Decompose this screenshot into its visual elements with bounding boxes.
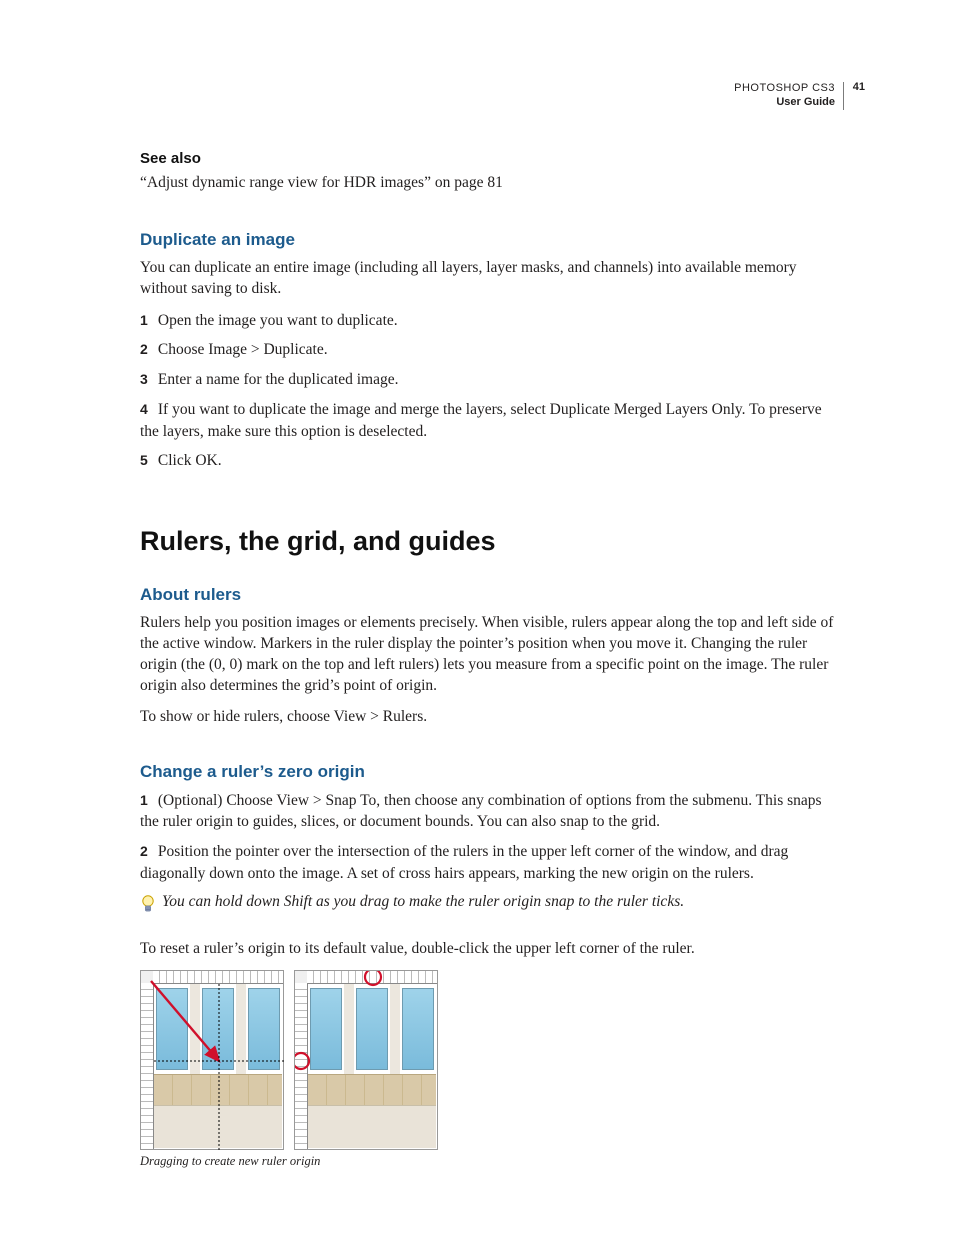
step-number: 2 — [140, 340, 154, 360]
figure-caption: Dragging to create new ruler origin — [140, 1154, 844, 1169]
tip-row: You can hold down Shift as you drag to m… — [140, 892, 844, 921]
about-rulers-p2: To show or hide rulers, choose View > Ru… — [140, 707, 844, 728]
step-text: Click OK. — [158, 452, 222, 469]
duplicate-step-3: 3 Enter a name for the duplicated image. — [140, 369, 844, 391]
change-origin-block: Change a ruler’s zero origin 1 (Optional… — [140, 762, 844, 1170]
step-text: (Optional) Choose View > Snap To, then c… — [140, 792, 822, 831]
chapter-heading-block: Rulers, the grid, and guides — [140, 526, 844, 557]
step-number: 5 — [140, 451, 154, 471]
change-origin-step-2: 2 Position the pointer over the intersec… — [140, 841, 844, 884]
change-origin-step-1: 1 (Optional) Choose View > Snap To, then… — [140, 790, 844, 833]
header-page-number: 41 — [847, 81, 865, 95]
figure-row — [140, 970, 844, 1150]
step-number: 4 — [140, 400, 154, 420]
see-also-block: See also “Adjust dynamic range view for … — [140, 150, 844, 194]
figure-before — [140, 970, 284, 1150]
duplicate-step-1: 1 Open the image you want to duplicate. — [140, 310, 844, 332]
duplicate-heading: Duplicate an image — [140, 230, 844, 250]
duplicate-image-block: Duplicate an image You can duplicate an … — [140, 230, 844, 472]
change-origin-reset: To reset a ruler’s origin to its default… — [140, 939, 844, 960]
tip-text: You can hold down Shift as you drag to m… — [162, 892, 684, 913]
duplicate-intro: You can duplicate an entire image (inclu… — [140, 258, 844, 300]
see-also-heading: See also — [140, 150, 844, 167]
step-number: 1 — [140, 791, 154, 811]
chapter-title: Rulers, the grid, and guides — [140, 526, 844, 557]
duplicate-step-4: 4 If you want to duplicate the image and… — [140, 399, 844, 442]
see-also-link[interactable]: “Adjust dynamic range view for HDR image… — [140, 173, 844, 194]
step-number: 1 — [140, 311, 154, 331]
step-text: If you want to duplicate the image and m… — [140, 401, 822, 440]
page-header: PHOTOSHOP CS3 41 User Guide — [734, 82, 844, 110]
figure-after — [294, 970, 438, 1150]
step-text: Position the pointer over the intersecti… — [140, 843, 788, 882]
duplicate-step-2: 2 Choose Image > Duplicate. — [140, 339, 844, 361]
duplicate-step-5: 5 Click OK. — [140, 450, 844, 472]
about-rulers-p1: Rulers help you position images or eleme… — [140, 613, 844, 697]
about-rulers-heading: About rulers — [140, 585, 844, 605]
step-text: Choose Image > Duplicate. — [158, 341, 328, 358]
step-text: Open the image you want to duplicate. — [158, 312, 398, 329]
step-text: Enter a name for the duplicated image. — [158, 371, 399, 388]
about-rulers-block: About rulers Rulers help you position im… — [140, 585, 844, 728]
change-origin-heading: Change a ruler’s zero origin — [140, 762, 844, 782]
lightbulb-icon — [140, 894, 156, 921]
step-number: 3 — [140, 370, 154, 390]
header-product: PHOTOSHOP CS3 — [734, 82, 835, 94]
header-subtitle: User Guide — [776, 96, 835, 108]
step-number: 2 — [140, 842, 154, 862]
